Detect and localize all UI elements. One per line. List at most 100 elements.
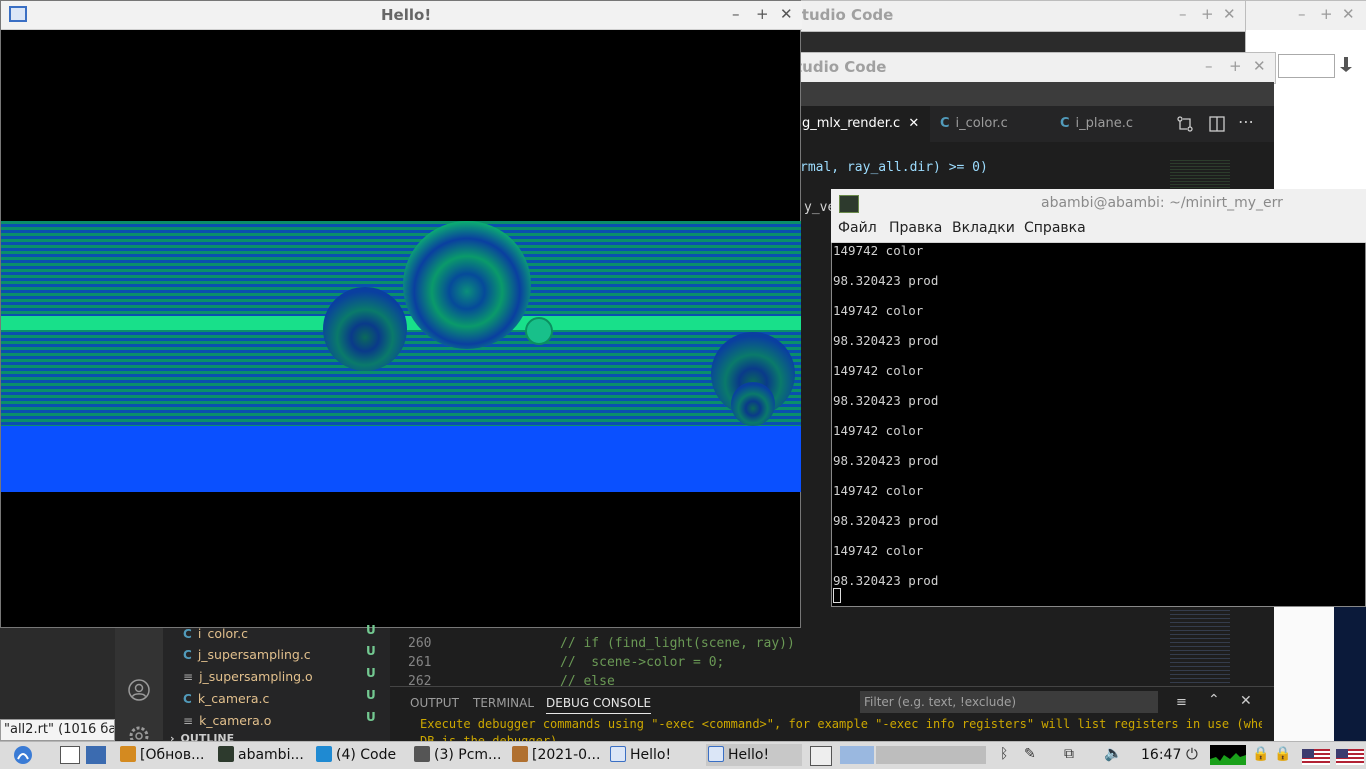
- tab-terminal[interactable]: TERMINAL: [473, 696, 534, 710]
- taskbar-item-hello-2[interactable]: Hello!: [706, 744, 802, 766]
- workspace-switcher[interactable]: [876, 746, 986, 764]
- vscode-icon: [316, 746, 332, 762]
- background-window-1[interactable]: Studio Code – + ✕: [790, 0, 1247, 32]
- tab-i-plane[interactable]: Ci_plane.c: [1048, 106, 1170, 142]
- network-icon[interactable]: ⧉: [1064, 746, 1074, 762]
- hello-window-title: Hello!: [381, 6, 432, 24]
- menu-edit[interactable]: Правка: [889, 220, 942, 236]
- terminal-line: 149742 color: [833, 543, 924, 558]
- menu-help[interactable]: Справка: [1024, 220, 1086, 236]
- c-file-icon: C: [183, 627, 192, 639]
- minimap-lower[interactable]: [1170, 606, 1230, 686]
- maximize-icon[interactable]: +: [1201, 5, 1214, 23]
- workspace-1[interactable]: [810, 746, 832, 766]
- taskbar-item-code[interactable]: (4) Code: [316, 744, 396, 766]
- maximize-icon[interactable]: +: [756, 5, 769, 23]
- taskbar-item-updates[interactable]: [Обнов...: [120, 744, 204, 766]
- file-name: i_color.c: [197, 626, 249, 639]
- minimize-icon[interactable]: –: [732, 5, 740, 23]
- taskbar-label: Hello!: [630, 747, 672, 763]
- tab-close-icon[interactable]: ✕: [908, 116, 919, 131]
- close-icon[interactable]: ✕: [780, 5, 793, 23]
- minimize-icon[interactable]: –: [1179, 5, 1187, 23]
- taskbar-item-files[interactable]: (3) Рсm...: [414, 744, 501, 766]
- filter-lines-icon[interactable]: ≡: [1176, 695, 1187, 710]
- close-icon[interactable]: ✕: [1342, 5, 1355, 23]
- lock-icon-2[interactable]: 🔒: [1274, 746, 1291, 762]
- terminal-title: abambi@abambi: ~/minirt_my_err: [1041, 195, 1283, 211]
- menu-tabs[interactable]: Вкладки: [952, 220, 1015, 236]
- filter-input[interactable]: Filter (e.g. text, !exclude): [860, 691, 1158, 713]
- editor-lower[interactable]: 260 261 262 // if (find_light(scene, ray…: [390, 628, 1170, 689]
- list-item[interactable]: Ck_camera.c U: [183, 688, 383, 707]
- power-icon[interactable]: ⏻: [1186, 745, 1198, 763]
- list-item[interactable]: ≡ k_camera.o U: [183, 710, 383, 729]
- c-file-icon: C: [940, 116, 950, 131]
- taskbar-item-terminal[interactable]: abambi...: [218, 744, 304, 766]
- file-name: j_supersampling.c: [197, 647, 311, 662]
- hello-window-titlebar[interactable]: Hello! – + ✕: [1, 1, 802, 30]
- background-window-3[interactable]: tudio Code – + ✕: [790, 52, 1276, 84]
- taskbar-label: (3) Рсm...: [434, 747, 502, 763]
- file-manager-launcher-icon[interactable]: [86, 746, 106, 764]
- list-item[interactable]: Cj_supersampling.c U: [183, 644, 383, 663]
- show-desktop-icon[interactable]: [60, 746, 80, 764]
- background-window-1-title: Studio Code: [791, 6, 894, 24]
- background-window-2[interactable]: – + ✕: [1245, 0, 1366, 32]
- split-editor-icon[interactable]: [1208, 115, 1226, 133]
- tab-g-mlx-render[interactable]: g_mlx_render.c ✕: [790, 106, 930, 142]
- terminal-menubar: Файл Правка Вкладки Справка: [831, 217, 1366, 243]
- terminal-line: 149742 color: [833, 303, 924, 318]
- more-actions-icon[interactable]: ⋯: [1238, 112, 1254, 131]
- close-panel-icon[interactable]: ✕: [1240, 693, 1252, 709]
- minimap[interactable]: [1170, 160, 1230, 190]
- gear-icon[interactable]: [127, 724, 151, 740]
- bluetooth-icon[interactable]: ᛒ: [1000, 746, 1008, 762]
- terminal-app-icon: [839, 195, 859, 213]
- hello-window[interactable]: Hello! – + ✕: [0, 0, 802, 628]
- tab-output[interactable]: OUTPUT: [410, 696, 459, 710]
- close-icon[interactable]: ✕: [1253, 57, 1266, 75]
- us-flag-icon[interactable]: [1302, 749, 1330, 765]
- list-item[interactable]: Ci_color.c U: [183, 623, 383, 639]
- compare-changes-icon[interactable]: [1176, 115, 1194, 133]
- clock[interactable]: 16:47: [1141, 747, 1181, 763]
- chevron-up-icon[interactable]: ⌃: [1208, 692, 1220, 708]
- start-menu-icon[interactable]: [12, 745, 34, 765]
- file-name: k_camera.c: [197, 691, 270, 706]
- editor-tabs: g_mlx_render.c ✕ Ci_color.c Ci_plane.c ⋯: [790, 106, 1274, 142]
- lock-icon[interactable]: 🔒: [1252, 746, 1269, 762]
- taskbar-item-hello-1[interactable]: Hello!: [610, 744, 671, 766]
- terminal-titlebar[interactable]: abambi@abambi: ~/minirt_my_err: [831, 189, 1366, 217]
- tab-debug-console[interactable]: DEBUG CONSOLE: [546, 696, 652, 714]
- untracked-badge: U: [366, 644, 376, 658]
- c-file-icon: C: [1060, 116, 1070, 131]
- list-item[interactable]: ≡ j_supersampling.o U: [183, 666, 383, 685]
- go-icon[interactable]: [1336, 54, 1364, 78]
- address-field[interactable]: [1278, 54, 1335, 78]
- file-tooltip: "all2.rt" (1016 ба: [0, 719, 115, 741]
- us-flag-icon-2[interactable]: [1336, 749, 1364, 765]
- minimize-icon[interactable]: –: [1205, 57, 1213, 75]
- minimize-icon[interactable]: –: [1298, 5, 1306, 23]
- volume-icon[interactable]: 🔈: [1104, 744, 1123, 762]
- tab-label: g_mlx_render.c: [802, 116, 901, 131]
- account-icon[interactable]: [127, 678, 151, 706]
- terminal-line: 98.320423 prod: [833, 273, 939, 288]
- usb-icon[interactable]: ✎: [1024, 746, 1036, 762]
- tab-label: i_color.c: [955, 116, 1008, 131]
- taskbar-label: (4) Code: [336, 747, 397, 763]
- menu-file[interactable]: Файл: [838, 220, 877, 236]
- window-app-icon: [9, 6, 27, 22]
- tab-i-color[interactable]: Ci_color.c: [928, 106, 1050, 142]
- taskbar-item-image[interactable]: [2021-0...: [512, 744, 600, 766]
- code-line: // scene->color = 0;: [560, 655, 725, 670]
- close-icon[interactable]: ✕: [1223, 5, 1236, 23]
- file-name: j_supersampling.o: [199, 669, 313, 684]
- workspace-2[interactable]: [840, 746, 874, 764]
- activity-bar: [115, 628, 163, 740]
- object-file-icon: ≡: [183, 670, 194, 684]
- maximize-icon[interactable]: +: [1320, 5, 1333, 23]
- terminal-line: 98.320423 prod: [833, 573, 939, 588]
- maximize-icon[interactable]: +: [1229, 57, 1242, 75]
